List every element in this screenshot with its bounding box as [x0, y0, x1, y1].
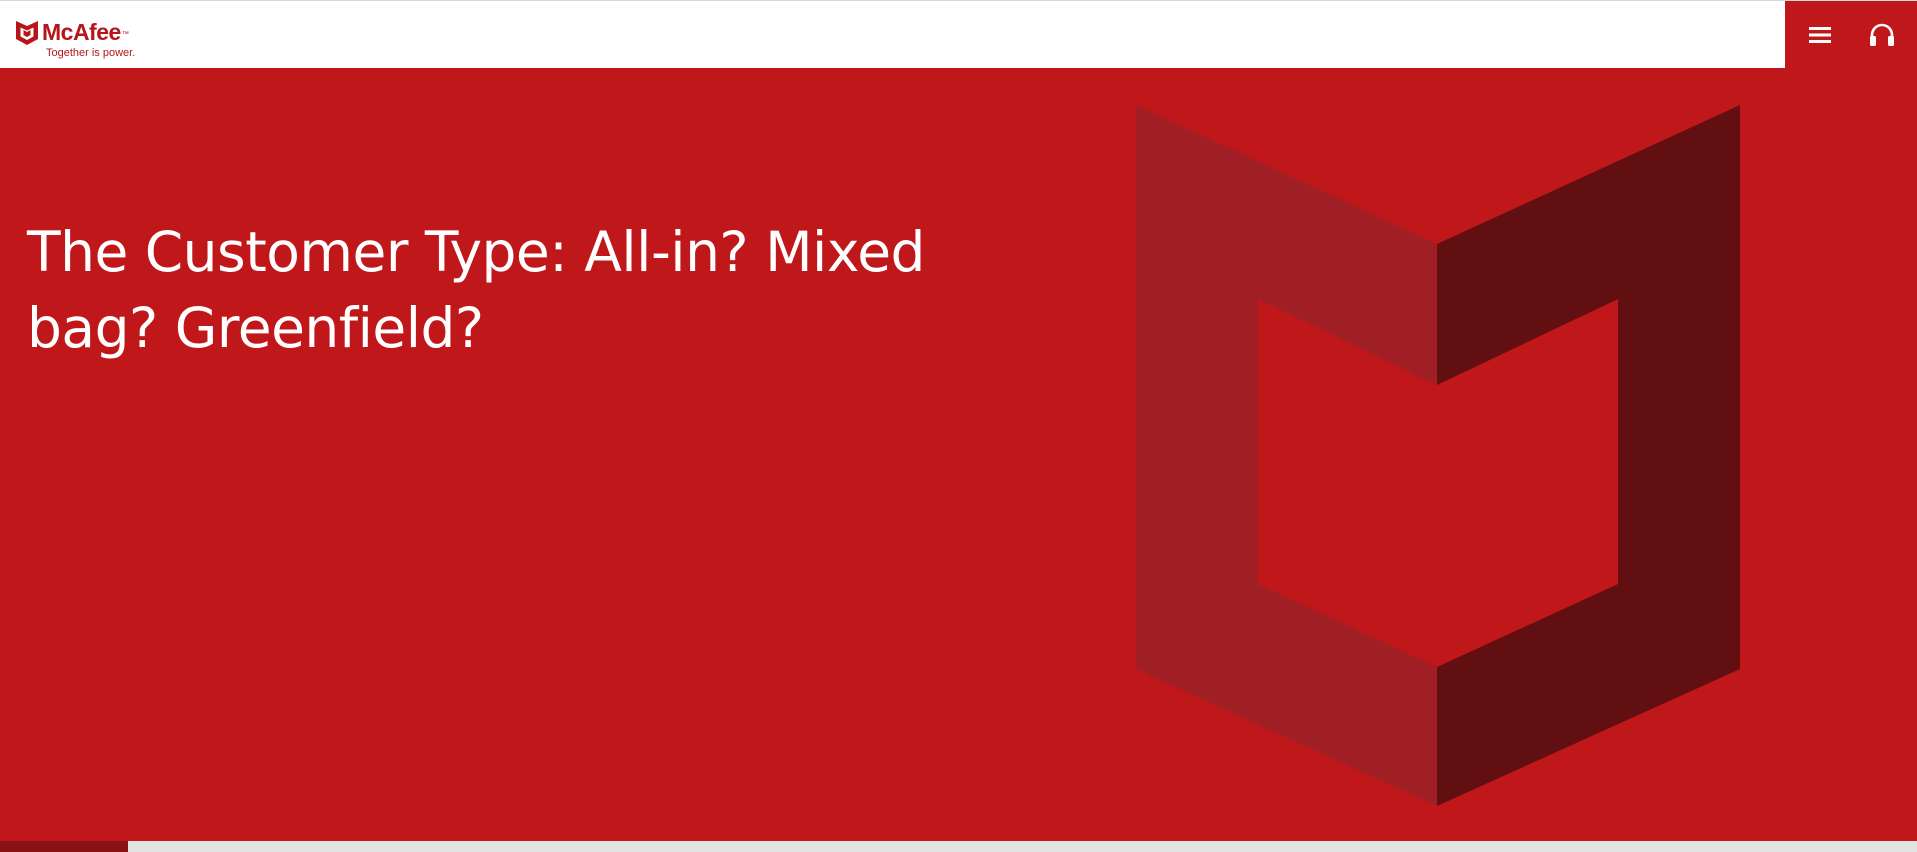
progress-bar-fill [0, 841, 129, 852]
header-actions [1785, 1, 1917, 69]
hamburger-menu-icon [1809, 27, 1831, 43]
headphones-icon [1870, 23, 1894, 46]
site-header: McAfee™ Together is power. [0, 0, 1917, 69]
page-title-line-2: bag? Greenfield? [27, 296, 484, 360]
shield-left-face [1136, 105, 1437, 806]
mcafee-logo[interactable]: McAfee™ Together is power. [16, 19, 166, 63]
support-button[interactable] [1851, 1, 1913, 69]
page: McAfee™ Together is power. The Customer … [0, 0, 1917, 852]
logo-tagline: Together is power. [46, 47, 136, 59]
hero-banner: The Customer Type: All-in? Mixed bag? Gre… [0, 68, 1917, 841]
logo-trademark: ™ [121, 31, 129, 38]
page-title-line-1: The Customer Type: All-in? Mixed [27, 220, 925, 284]
logo-wordmark: McAfee™ [42, 19, 129, 45]
menu-button[interactable] [1789, 1, 1851, 69]
mcafee-shield-logo-icon [16, 21, 38, 45]
mcafee-shield-icon [1136, 105, 1740, 806]
page-title: The Customer Type: All-in? Mixed bag? Gre… [27, 214, 987, 366]
progress-bar [0, 841, 1917, 852]
shield-right-face [1437, 105, 1740, 806]
